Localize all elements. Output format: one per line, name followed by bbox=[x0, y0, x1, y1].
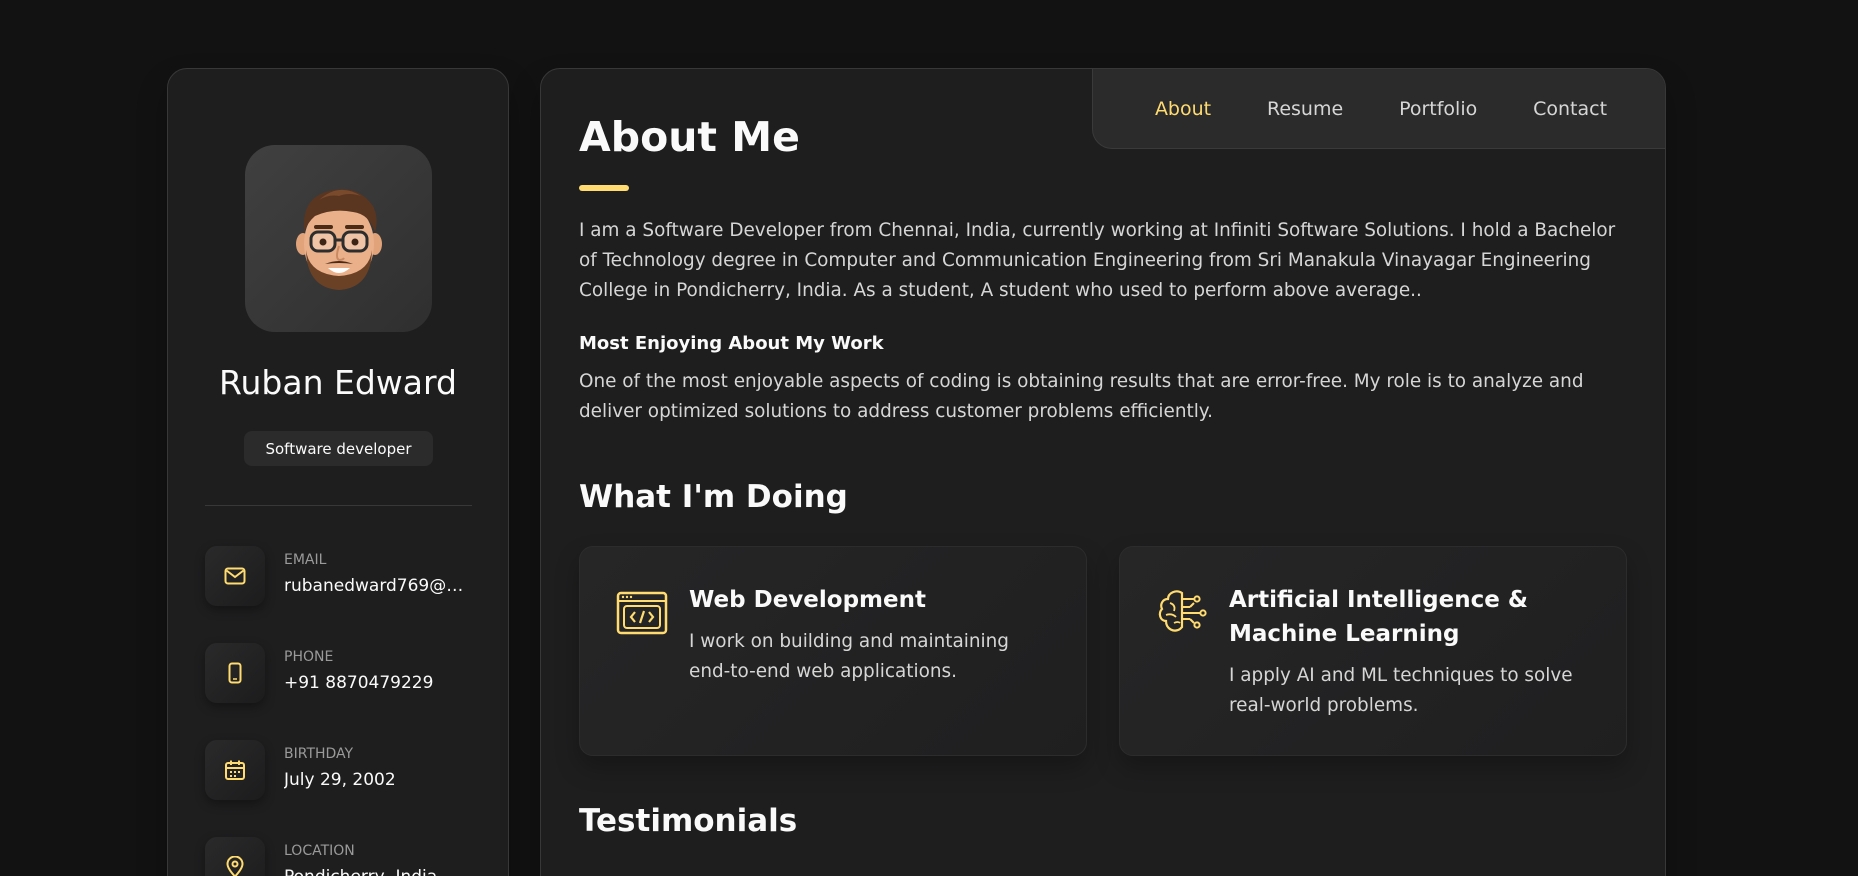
location-value: Pondicherry, India bbox=[284, 867, 474, 876]
nav-contact[interactable]: Contact bbox=[1533, 98, 1607, 120]
service-text: I apply AI and ML techniques to solve re… bbox=[1229, 665, 1573, 716]
profile-sidebar: Ruban Edward Software developer Email ru… bbox=[167, 68, 509, 876]
services-heading: What I'm Doing bbox=[579, 479, 848, 515]
service-title: Artificial Intelligence & Machine Learni… bbox=[1229, 587, 1528, 647]
main-content: About Resume Portfolio Contact About Me … bbox=[540, 68, 1666, 876]
page-title: About Me bbox=[579, 113, 800, 161]
service-card-web: Web Development I work on building and m… bbox=[579, 546, 1087, 756]
phone-icon bbox=[205, 643, 265, 703]
contact-birthday: Birthday July 29, 2002 bbox=[205, 740, 475, 802]
memoji-avatar-icon bbox=[295, 188, 382, 290]
navbar: About Resume Portfolio Contact bbox=[1092, 69, 1665, 149]
about-paragraph: I am a Software Developer from Chennai, … bbox=[579, 220, 1616, 301]
contact-email: Email rubanedward769@gmail.com bbox=[205, 546, 475, 608]
contact-phone: Phone +91 8870479229 bbox=[205, 643, 475, 705]
nav-resume[interactable]: Resume bbox=[1267, 98, 1343, 120]
contact-location: Location Pondicherry, India bbox=[205, 837, 475, 876]
contact-label: Email bbox=[284, 552, 327, 568]
code-window-icon bbox=[616, 591, 668, 635]
brain-circuit-icon bbox=[1158, 590, 1207, 632]
nav-portfolio[interactable]: Portfolio bbox=[1399, 98, 1477, 120]
service-text: I work on building and maintaining end-t… bbox=[689, 631, 1009, 682]
location-pin-icon bbox=[205, 837, 265, 876]
mail-icon bbox=[205, 546, 265, 606]
enjoy-subheading: Most Enjoying About My Work bbox=[579, 333, 884, 354]
calendar-icon bbox=[205, 740, 265, 800]
title-underline bbox=[579, 185, 629, 191]
birthday-value: July 29, 2002 bbox=[284, 770, 396, 790]
sidebar-separator bbox=[205, 505, 472, 506]
profile-title-badge: Software developer bbox=[244, 431, 433, 466]
contact-label: Phone bbox=[284, 649, 334, 665]
profile-name: Ruban Edward bbox=[219, 363, 457, 402]
testimonials-heading: Testimonials bbox=[579, 803, 798, 839]
avatar bbox=[245, 145, 432, 332]
enjoy-paragraph: One of the most enjoyable aspects of cod… bbox=[579, 371, 1584, 422]
service-title: Web Development bbox=[689, 587, 926, 613]
service-card-ai: Artificial Intelligence & Machine Learni… bbox=[1119, 546, 1627, 756]
contact-label: Birthday bbox=[284, 746, 354, 762]
email-link[interactable]: rubanedward769@gmail.com bbox=[284, 576, 474, 596]
page: Ruban Edward Software developer Email ru… bbox=[0, 0, 1858, 876]
phone-link[interactable]: +91 8870479229 bbox=[284, 673, 474, 693]
contact-label: Location bbox=[284, 843, 355, 859]
nav-about[interactable]: About bbox=[1155, 98, 1211, 120]
